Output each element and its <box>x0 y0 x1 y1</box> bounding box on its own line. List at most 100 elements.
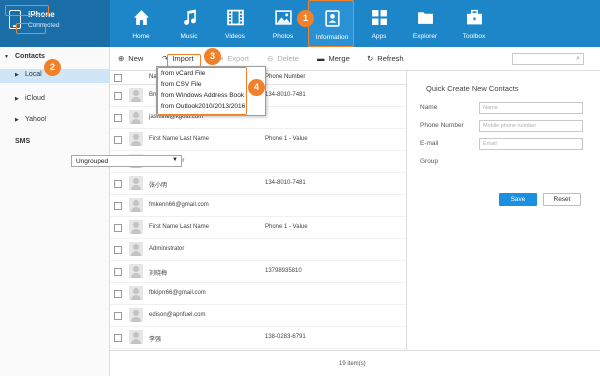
toolbox-icon <box>467 9 482 25</box>
expand-right-icon: ▶ <box>15 96 19 102</box>
contact-phone: 13798935810 <box>265 268 302 274</box>
item-count: 19 item(s) <box>339 361 366 367</box>
table-row[interactable]: fmkenn66@gmail.com <box>110 195 406 217</box>
contact-name: First Name Last Name <box>149 136 210 142</box>
export-button[interactable]: ⇥Export <box>217 54 249 63</box>
delete-button[interactable]: ⊖ Delete <box>267 54 299 63</box>
sidebar-item-icloud[interactable]: ▶ iCloud <box>0 93 110 107</box>
contact-phone: Phone 1 - Value <box>265 224 308 230</box>
avatar-icon <box>129 242 143 256</box>
contact-phone: 134-8010-7481 <box>265 180 306 186</box>
sidebar-contacts-label: Contacts <box>15 53 45 60</box>
sidebar-item-yahoo[interactable]: ▶ Yahoo! <box>0 114 110 128</box>
avatar-icon <box>129 308 143 322</box>
row-checkbox[interactable] <box>114 180 122 188</box>
music-icon <box>184 9 196 25</box>
group-select[interactable]: Ungrouped ▼ <box>71 155 182 167</box>
contact-name: fmkenn66@gmail.com <box>149 202 209 208</box>
contact-name: 李强 <box>149 337 162 343</box>
contact-phone: Phone 1 - Value <box>265 136 308 142</box>
row-checkbox[interactable] <box>114 246 122 254</box>
home-icon <box>134 10 149 25</box>
avatar-icon <box>129 198 143 212</box>
avatar-icon <box>129 264 143 278</box>
row-checkbox[interactable] <box>114 202 122 210</box>
step-badge-2: 2 <box>44 59 61 76</box>
name-label: Name <box>420 104 438 111</box>
row-checkbox[interactable] <box>114 136 122 144</box>
folder-icon <box>418 12 433 24</box>
select-all-checkbox[interactable] <box>114 74 122 82</box>
refresh-button[interactable]: ↻ Refresh <box>367 54 404 63</box>
nav-information[interactable]: Information <box>308 0 354 47</box>
search-input[interactable]: ⌕ <box>512 53 584 65</box>
row-checkbox[interactable] <box>114 312 122 320</box>
delete-icon: ⊖ <box>267 54 274 63</box>
nav-home[interactable]: Home <box>118 0 164 47</box>
nav-videos[interactable]: Videos <box>212 0 258 47</box>
table-row[interactable]: First Name Last Name Phone 1 - Value <box>110 217 406 239</box>
row-checkbox[interactable] <box>114 268 122 276</box>
name-field[interactable] <box>479 102 583 114</box>
avatar-icon <box>129 330 143 344</box>
refresh-label: Refresh <box>377 54 404 63</box>
row-checkbox[interactable] <box>114 290 122 298</box>
search-icon: ⌕ <box>576 55 580 62</box>
phone-label: Phone Number <box>420 122 464 129</box>
contact-name: 张小明 <box>149 183 168 189</box>
apps-icon <box>372 10 387 25</box>
videos-icon <box>227 9 244 26</box>
sidebar-item-sms[interactable]: SMS <box>0 136 110 150</box>
contact-phone: 138-0283-6791 <box>265 334 306 340</box>
contact-phone: 134-8010-7481 <box>265 92 306 98</box>
new-label: New <box>128 54 144 63</box>
nav-music[interactable]: Music <box>166 0 212 47</box>
row-checkbox[interactable] <box>114 114 122 122</box>
status-footer: 19 item(s) <box>110 350 600 376</box>
reset-button[interactable]: Reset <box>543 193 581 206</box>
avatar-icon <box>129 110 143 124</box>
nav-explorer[interactable]: Explorer <box>402 0 448 47</box>
contact-name: edison@apnfuel.com <box>149 312 206 318</box>
photos-icon <box>275 10 292 25</box>
table-row[interactable]: fbkiprr66@gmail.com <box>110 283 406 305</box>
table-row[interactable]: Administrator <box>110 239 406 261</box>
nav-apps[interactable]: Apps <box>356 0 402 47</box>
nav-explorer-label: Explorer <box>412 33 438 40</box>
nav-information-label: Information <box>315 34 349 41</box>
quick-create-panel: Quick Create New Contacts Name Phone Num… <box>408 71 600 350</box>
avatar-icon <box>129 176 143 190</box>
add-icon: ⊕ <box>118 54 125 63</box>
merge-button[interactable]: ▬ Merge <box>317 54 350 63</box>
sidebar-sms-label: SMS <box>15 138 31 145</box>
nav-toolbox-label: Toolbox <box>462 33 486 40</box>
merge-label: Merge <box>328 54 350 63</box>
row-checkbox[interactable] <box>114 224 122 232</box>
avatar-icon <box>129 220 143 234</box>
contacts-highlight-box <box>5 5 49 16</box>
email-field[interactable] <box>479 138 583 150</box>
phone-field[interactable] <box>479 120 583 132</box>
row-checkbox[interactable] <box>114 92 122 100</box>
menu-highlight-box <box>157 67 247 115</box>
table-row[interactable]: edison@apnfuel.com <box>110 305 406 327</box>
table-row[interactable]: 张小明 134-8010-7481 <box>110 173 406 195</box>
contact-name: 刘晓梅 <box>149 271 168 277</box>
refresh-icon: ↻ <box>367 54 374 63</box>
avatar-icon <box>129 286 143 300</box>
table-row[interactable]: 刘晓梅 13798935810 <box>110 261 406 283</box>
save-button[interactable]: Save <box>499 193 537 206</box>
table-row[interactable]: First Name Last Name Phone 1 - Value <box>110 129 406 151</box>
chevron-down-icon: ▼ <box>172 157 178 163</box>
contact-name: fbkiprr66@gmail.com <box>149 290 206 296</box>
avatar-icon <box>129 132 143 146</box>
nav-photos-label: Photos <box>272 33 294 40</box>
group-value: Ungrouped <box>76 158 109 165</box>
avatar-icon <box>129 88 143 102</box>
nav-toolbox[interactable]: Toolbox <box>451 0 497 47</box>
table-row[interactable]: 李强 138-0283-6791 <box>110 327 406 349</box>
phone-column-header[interactable]: Phone Number <box>265 74 305 80</box>
group-label: Group <box>420 158 439 165</box>
new-button[interactable]: ⊕ New <box>118 54 143 63</box>
row-checkbox[interactable] <box>114 334 122 342</box>
